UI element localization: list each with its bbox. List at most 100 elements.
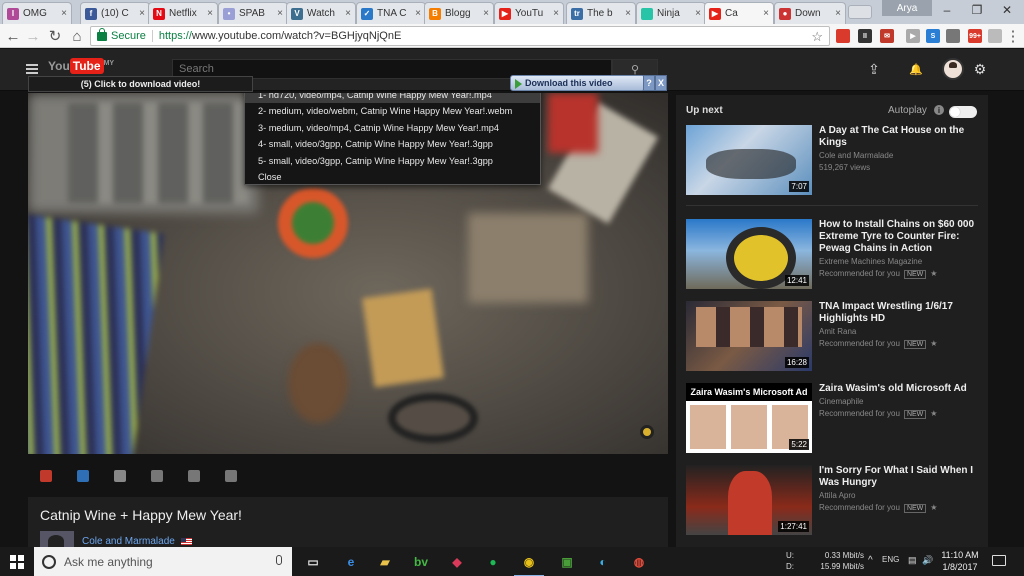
system-clock[interactable]: 11:10 AM 1/8/2017 xyxy=(938,549,982,573)
youtube-logo[interactable]: You Tube MY xyxy=(48,58,114,74)
address-bar[interactable]: Secure https://www.youtube.com/watch?v=B… xyxy=(90,26,830,46)
tab-0[interactable]: I OMG × xyxy=(2,2,72,24)
gear-icon[interactable]: ⚙ xyxy=(972,61,988,77)
shield-app-icon[interactable]: ◆ xyxy=(446,551,468,573)
tab-close-icon[interactable]: × xyxy=(61,8,67,19)
download-help-button[interactable]: ? xyxy=(643,75,655,91)
autoplay-info-icon[interactable]: i xyxy=(934,105,944,115)
video-player[interactable]: 1- hd720, video/mp4, Catnip Wine Happy M… xyxy=(28,93,668,454)
tab-close-icon[interactable]: × xyxy=(415,8,421,19)
app-icon-red[interactable]: ◍ xyxy=(628,551,650,573)
channel-watermark-icon[interactable] xyxy=(640,425,654,439)
chrome-taskbar-icon[interactable]: ◉ xyxy=(514,551,544,576)
maximize-button[interactable]: ❐ xyxy=(962,0,992,20)
tab-close-icon[interactable]: × xyxy=(483,8,489,19)
avatar[interactable] xyxy=(942,58,964,80)
tab-close-icon[interactable]: × xyxy=(345,8,351,19)
up-next-title[interactable]: A Day at The Cat House on the Kings xyxy=(819,125,979,149)
chrome-menu-icon[interactable]: ⋮ xyxy=(1004,27,1022,45)
loop-control-icon[interactable] xyxy=(188,470,200,482)
ext-s-icon[interactable]: S xyxy=(926,29,940,43)
upload-icon[interactable]: ⇪ xyxy=(866,61,882,77)
up-next-title[interactable]: Zaira Wasim's old Microsoft Ad xyxy=(819,383,979,395)
download-prompt-bar[interactable]: (5) Click to download video! xyxy=(28,76,253,92)
app-icon-globe[interactable]: ◐ xyxy=(592,551,614,573)
screenshot-control-icon[interactable] xyxy=(225,470,237,482)
up-next-title[interactable]: How to Install Chains on $60 000 Extreme… xyxy=(819,219,979,255)
menu-close-item[interactable]: Close xyxy=(245,169,540,185)
windows-start-icon[interactable] xyxy=(10,555,24,569)
close-window-button[interactable]: ✕ xyxy=(992,0,1022,20)
image-control-icon[interactable] xyxy=(151,470,163,482)
bv-app-icon[interactable]: bv xyxy=(410,551,432,573)
file-explorer-icon[interactable]: ▰ xyxy=(374,551,396,573)
up-next-item[interactable]: 16:28 TNA Impact Wrestling 1/6/17 Highlig… xyxy=(686,301,982,373)
tab-close-icon[interactable]: × xyxy=(139,8,145,19)
profile-button[interactable]: Arya xyxy=(882,0,932,16)
tab-2[interactable]: N Netflix × xyxy=(148,2,218,24)
ext-badge-icon[interactable]: 99+ xyxy=(968,29,982,43)
download-option-item[interactable]: 4- small, video/3gpp, Catnip Wine Happy … xyxy=(245,136,540,152)
notifications-bell-icon[interactable]: 🔔 xyxy=(908,61,924,77)
download-option-item[interactable]: 1- hd720, video/mp4, Catnip Wine Happy M… xyxy=(245,93,540,104)
tab-5[interactable]: ✓ TNA C × xyxy=(356,2,426,24)
tab-3[interactable]: • SPAB × xyxy=(218,2,288,24)
download-close-button[interactable]: X xyxy=(655,75,667,91)
back-button[interactable]: ← xyxy=(4,27,22,45)
up-next-item[interactable]: 12:41 How to Install Chains on $60 000 Ex… xyxy=(686,219,982,291)
settings-control-icon[interactable] xyxy=(114,470,126,482)
tray-overflow-icon[interactable]: ^ xyxy=(868,555,873,566)
action-center-icon[interactable] xyxy=(992,555,1006,566)
ext-timer-icon[interactable]: II xyxy=(858,29,872,43)
tab-1[interactable]: f (10) C × xyxy=(80,2,150,24)
download-option-item[interactable]: 2- medium, video/webm, Catnip Wine Happy… xyxy=(245,103,540,119)
forward-button[interactable]: → xyxy=(24,27,42,45)
tab-7[interactable]: ▶ YouTu × xyxy=(494,2,564,24)
guide-menu-icon[interactable] xyxy=(26,64,38,74)
blue-ext-control-icon[interactable] xyxy=(77,470,89,482)
ext-red-icon[interactable] xyxy=(836,29,850,43)
channel-avatar[interactable] xyxy=(40,531,74,547)
tab-close-icon[interactable]: × xyxy=(625,8,631,19)
tab-8[interactable]: tr The b × xyxy=(566,2,636,24)
video-thumbnail[interactable]: 1:27:41 xyxy=(686,465,812,535)
channel-name[interactable]: Cole and Marmalade xyxy=(82,536,175,547)
bookmark-star-icon[interactable]: ☆ xyxy=(811,29,823,45)
ext-mail-icon[interactable]: ✉ xyxy=(880,29,894,43)
language-icon[interactable]: ENG xyxy=(882,555,899,564)
ext-grey-icon[interactable] xyxy=(946,29,960,43)
ext-play-icon[interactable]: ▶ xyxy=(906,29,920,43)
tab-close-icon[interactable]: × xyxy=(695,8,701,19)
up-next-title[interactable]: TNA Impact Wrestling 1/6/17 Highlights H… xyxy=(819,301,979,325)
tab-close-icon[interactable]: × xyxy=(277,8,283,19)
up-next-item[interactable]: 7:07 A Day at The Cat House on the Kings C… xyxy=(686,125,982,197)
autoplay-toggle[interactable] xyxy=(949,106,977,118)
new-tab-button[interactable] xyxy=(848,5,872,19)
app-icon-green[interactable]: ▣ xyxy=(556,551,578,573)
ext-cloud-icon[interactable] xyxy=(988,29,1002,43)
spotify-icon[interactable]: ● xyxy=(482,551,504,573)
tab-close-icon[interactable]: × xyxy=(207,8,213,19)
microphone-icon[interactable] xyxy=(276,555,282,565)
volume-icon[interactable]: 🔊 xyxy=(922,555,933,566)
video-thumbnail[interactable]: 12:41 xyxy=(686,219,812,289)
edge-icon[interactable]: e xyxy=(340,551,362,573)
tab-6[interactable]: B Blogg × xyxy=(424,2,494,24)
download-video-button[interactable]: Download this video xyxy=(510,75,645,91)
tab-4[interactable]: V Watch × xyxy=(286,2,356,24)
up-next-item[interactable]: 1:27:41 I'm Sorry For What I Said When I … xyxy=(686,465,982,537)
up-next-title[interactable]: I'm Sorry For What I Said When I Was Hun… xyxy=(819,465,979,489)
cortana-search-box[interactable]: Ask me anything xyxy=(34,547,292,576)
network-icon[interactable]: ▤ xyxy=(908,555,917,566)
download-option-item[interactable]: 3- medium, video/mp4, Catnip Wine Happy … xyxy=(245,120,540,136)
video-thumbnail[interactable]: Zaira Wasim's Microsoft Ad 5:22 xyxy=(686,383,812,453)
reload-button[interactable]: ↻ xyxy=(46,27,64,45)
task-view-icon[interactable]: ▭ xyxy=(302,551,324,573)
minimize-button[interactable]: – xyxy=(932,0,962,20)
tab-9[interactable]: Ninja × xyxy=(636,2,706,24)
home-button[interactable]: ⌂ xyxy=(68,27,86,45)
up-next-item[interactable]: Zaira Wasim's Microsoft Ad 5:22 Zaira Wasi… xyxy=(686,383,982,455)
video-thumbnail[interactable]: 7:07 xyxy=(686,125,812,195)
tab-close-icon[interactable]: × xyxy=(835,8,841,19)
tab-close-icon[interactable]: × xyxy=(763,8,769,19)
